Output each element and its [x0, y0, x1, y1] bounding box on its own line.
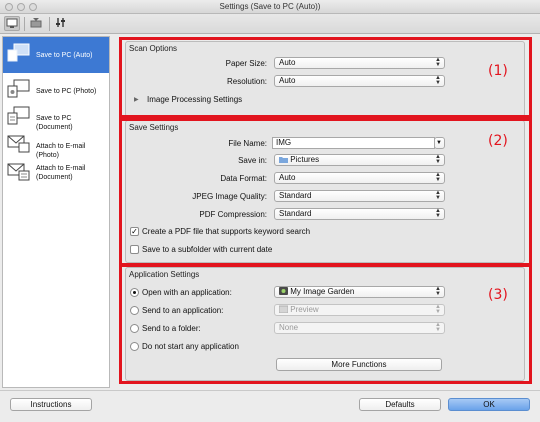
sidebar: Save to PC (Auto) Save to PC (Photo) Sav…: [2, 36, 110, 388]
sidebar-item-label-line2: (Document): [36, 174, 73, 181]
minimize-window-button[interactable]: [17, 3, 25, 11]
close-window-button[interactable]: [5, 3, 13, 11]
sidebar-item-save-to-pc-auto[interactable]: Save to PC (Auto): [3, 37, 109, 73]
sidebar-item-label: Save to PC (Auto): [36, 52, 93, 59]
sidebar-item-label: Attach to E-mail: [36, 165, 86, 172]
defaults-button[interactable]: Defaults: [359, 398, 441, 411]
scan-from-computer-icon: [6, 18, 18, 28]
ok-button[interactable]: OK: [448, 398, 530, 411]
scan-from-panel-tab[interactable]: [29, 16, 45, 31]
scan-from-computer-tab[interactable]: [4, 16, 20, 31]
toolbar-divider: [24, 17, 25, 31]
annotation-marker-3: (3): [488, 287, 508, 303]
sidebar-item-label: Save to PC (Photo): [36, 88, 97, 95]
email-photo-icon: [7, 135, 30, 153]
email-document-icon: [7, 163, 30, 181]
instructions-button[interactable]: Instructions: [10, 398, 92, 411]
save-to-pc-photo-icon: [7, 79, 30, 98]
toolbar-divider: [49, 17, 50, 31]
title-bar: Settings (Save to PC (Auto)): [0, 0, 540, 14]
window-title: Settings (Save to PC (Auto)): [219, 2, 321, 11]
annotation-box-3: [119, 264, 532, 384]
save-to-pc-auto-icon: [7, 43, 30, 62]
scan-from-panel-icon: [30, 18, 42, 28]
annotation-box-1: [119, 37, 532, 118]
general-settings-icon: [56, 18, 65, 27]
annotation-marker-2: (2): [488, 133, 508, 149]
toolbar: [0, 14, 540, 34]
save-to-pc-document-icon: [7, 106, 30, 125]
annotation-marker-1: (1): [488, 63, 508, 79]
sidebar-item-email-document[interactable]: Attach to E-mail (Document): [3, 156, 109, 192]
annotation-box-2: [119, 118, 532, 266]
general-settings-tab[interactable]: [54, 16, 70, 31]
zoom-window-button[interactable]: [29, 3, 37, 11]
